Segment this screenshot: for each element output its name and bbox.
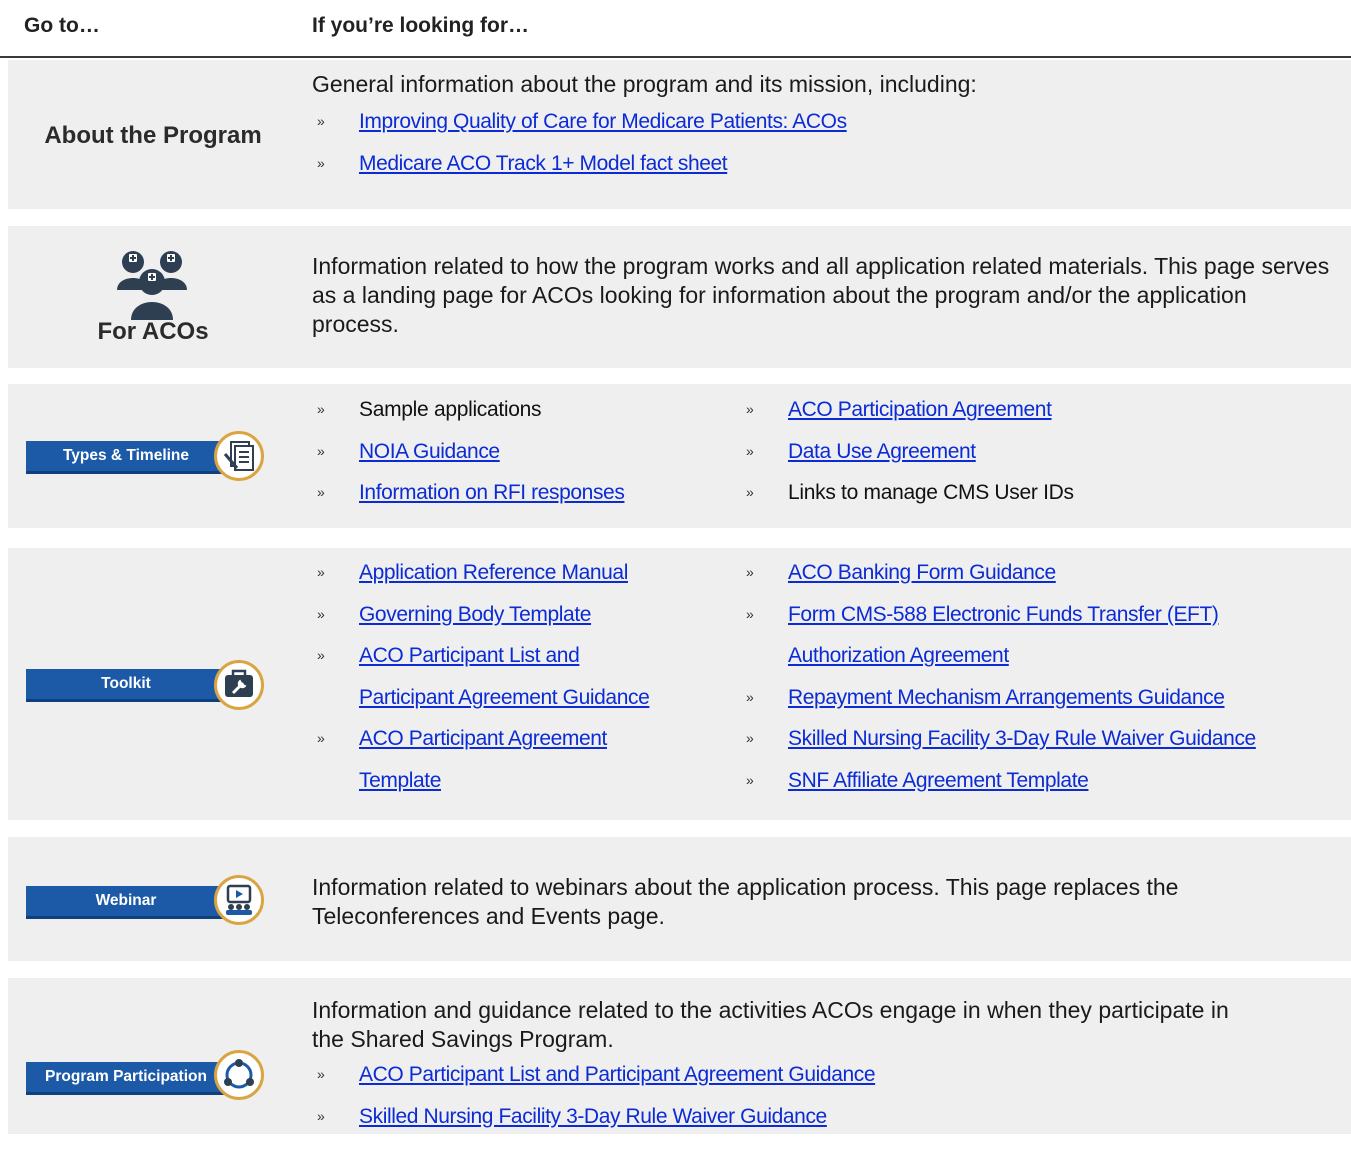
- participant-agreement-template-link[interactable]: ACO Participant Agreement: [359, 727, 607, 750]
- looking-for-heading: If you’re looking for…: [312, 14, 530, 37]
- reference-manual-link[interactable]: Application Reference Manual: [359, 561, 628, 584]
- program-participation-banner[interactable]: Program Participation: [26, 1062, 226, 1095]
- list-item: » Application Reference Manual: [317, 561, 628, 584]
- list-item: » Improving Quality of Care for Medicare …: [317, 110, 847, 133]
- table-header: Go to… If you’re looking for…: [0, 0, 1351, 58]
- list-item: Authorization Agreement: [741, 635, 1351, 677]
- about-description: General information about the program an…: [312, 71, 977, 97]
- toolkit-banner[interactable]: Toolkit: [26, 669, 226, 702]
- types-cell[interactable]: Types & Timeline: [8, 384, 298, 528]
- list-item: Participant Agreement Guidance: [312, 677, 737, 719]
- list-item: » Medicare ACO Track 1+ Model fact sheet: [317, 151, 728, 175]
- participation-description: Information and guidance related to the …: [312, 997, 1229, 1052]
- list-item: » ACO Participant Agreement: [317, 727, 607, 750]
- list-item: » Repayment Mechanism Arrangements Guidan…: [746, 685, 1225, 709]
- row-about-program: About the Program General information ab…: [8, 60, 1351, 209]
- participation-cell[interactable]: Program Participation: [8, 978, 298, 1134]
- row-for-acos: For ACOs Information related to how the …: [8, 226, 1351, 368]
- for-acos-link[interactable]: For ACOs: [8, 318, 298, 346]
- list-item: » Governing Body Template: [317, 602, 592, 626]
- data-use-agreement-link[interactable]: Data Use Agreement: [788, 440, 976, 463]
- acos-description: Information related to how the program w…: [312, 253, 1330, 337]
- toolbox-icon: [214, 660, 264, 710]
- about-cell: About the Program: [8, 60, 298, 209]
- acos-cell: For ACOs: [8, 226, 298, 368]
- about-program-link[interactable]: About the Program: [8, 122, 298, 150]
- improving-quality-link[interactable]: Improving Quality of Care for Medicare P…: [359, 110, 847, 133]
- list-item: » Data Use Agreement: [746, 439, 976, 463]
- list-item: » ACO Participation Agreement: [746, 398, 1052, 421]
- banking-form-link[interactable]: ACO Banking Form Guidance: [788, 561, 1056, 584]
- webinar-cell[interactable]: Webinar: [8, 837, 298, 961]
- snf-waiver-link[interactable]: Skilled Nursing Facility 3-Day Rule Waiv…: [788, 727, 1256, 750]
- list-item: » Links to manage CMS User IDs: [746, 481, 1074, 504]
- list-item: » Form CMS-588 Electronic Funds Transfer …: [746, 602, 1219, 626]
- participant-list-link-cont[interactable]: Participant Agreement Guidance: [359, 686, 650, 709]
- governing-body-link[interactable]: Governing Body Template: [359, 603, 591, 626]
- cms-588-link-cont[interactable]: Authorization Agreement: [788, 644, 1009, 667]
- list-item: » Skilled Nursing Facility 3-Day Rule Wai…: [317, 1104, 827, 1128]
- list-item: Template: [312, 760, 737, 802]
- participation-participant-list-link[interactable]: ACO Participant List and Participant Agr…: [359, 1063, 876, 1086]
- row-webinar: Webinar Information related to webinars …: [8, 837, 1351, 961]
- snf-affiliate-link[interactable]: SNF Affiliate Agreement Template: [788, 769, 1089, 792]
- medical-staff-icon: [117, 251, 187, 320]
- document-pen-icon: [214, 431, 264, 481]
- row-program-participation: Program Participation Information and gu…: [8, 978, 1351, 1134]
- list-item: » ACO Banking Form Guidance: [746, 561, 1056, 584]
- list-item: » ACO Participant List and Participant Ag…: [317, 1063, 876, 1086]
- sample-applications-text: Sample applications: [359, 398, 542, 421]
- cms-user-ids-text: Links to manage CMS User IDs: [788, 481, 1074, 504]
- webinar-description: Information related to webinars about th…: [312, 874, 1179, 929]
- participation-snf-waiver-link[interactable]: Skilled Nursing Facility 3-Day Rule Waiv…: [359, 1105, 827, 1128]
- goto-heading: Go to…: [24, 14, 100, 37]
- track1-fact-sheet-link[interactable]: Medicare ACO Track 1+ Model fact sheet: [359, 152, 728, 175]
- noia-guidance-link[interactable]: NOIA Guidance: [359, 440, 500, 463]
- presentation-icon: [214, 875, 264, 925]
- list-item: » Sample applications: [317, 398, 542, 421]
- list-item: » ACO Participant List and: [317, 644, 580, 667]
- list-item: » NOIA Guidance: [317, 439, 500, 463]
- rfi-responses-link[interactable]: Information on RFI responses: [359, 481, 625, 504]
- webinar-banner[interactable]: Webinar: [26, 886, 226, 919]
- list-item: » SNF Affiliate Agreement Template: [746, 768, 1089, 792]
- participant-list-link[interactable]: ACO Participant List and: [359, 644, 580, 667]
- participation-agreement-link[interactable]: ACO Participation Agreement: [788, 398, 1052, 421]
- cycle-icon: [214, 1050, 264, 1100]
- toolkit-cell[interactable]: Toolkit: [8, 548, 298, 820]
- row-toolkit: Toolkit » Application Reference Manual » G…: [8, 548, 1351, 820]
- types-timeline-banner[interactable]: Types & Timeline: [26, 441, 226, 474]
- participant-agreement-template-link-cont[interactable]: Template: [359, 769, 441, 792]
- row-types-timeline: Types & Timeline » Sample applications » N…: [8, 384, 1351, 528]
- repayment-mechanism-link[interactable]: Repayment Mechanism Arrangements Guidanc…: [788, 686, 1225, 709]
- list-item: » Information on RFI responses: [317, 481, 625, 504]
- list-item: » Skilled Nursing Facility 3-Day Rule Wai…: [746, 727, 1256, 750]
- cms-588-link[interactable]: Form CMS-588 Electronic Funds Transfer (…: [788, 603, 1219, 626]
